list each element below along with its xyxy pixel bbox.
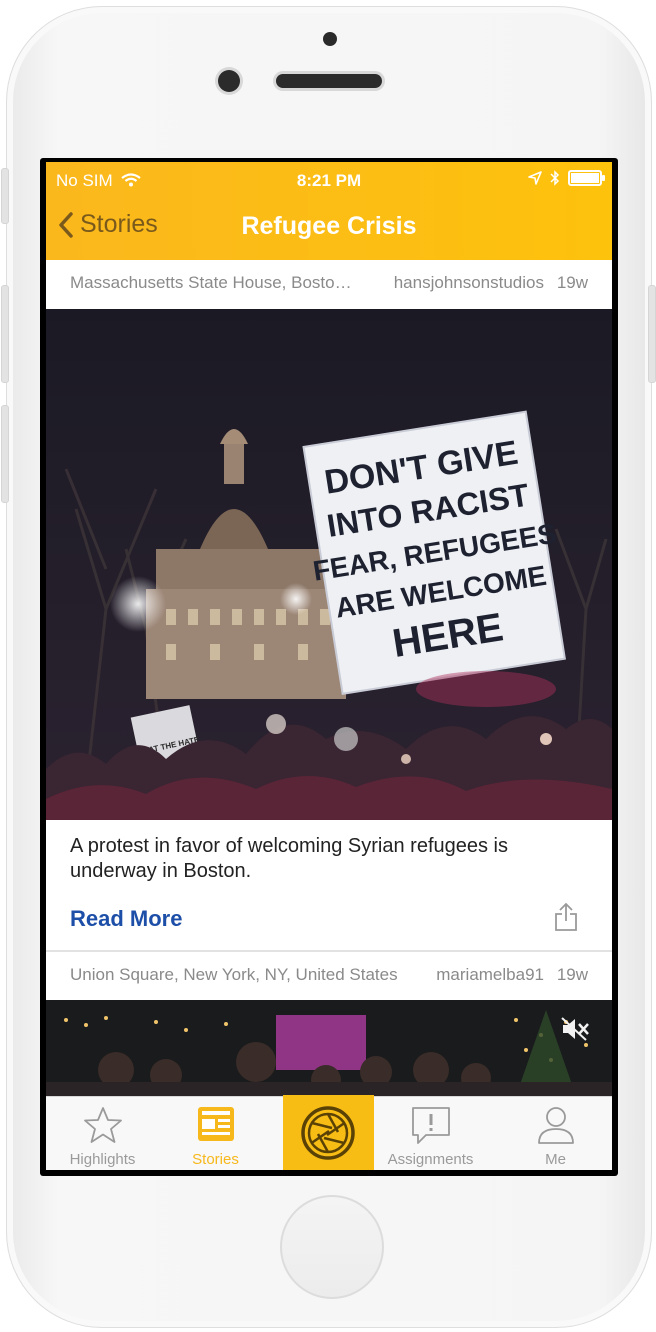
tab-label-stories: Stories (192, 1151, 239, 1168)
alert-bubble-icon (411, 1107, 450, 1144)
earpiece-speaker (276, 74, 382, 88)
share-icon (555, 902, 577, 931)
nav-bar: Stories Refugee Crisis (46, 202, 612, 252)
post-location[interactable]: Massachusetts State House, Bosto… (70, 273, 370, 293)
tab-camera[interactable] (283, 1095, 374, 1170)
camera-shutter-icon (301, 1106, 355, 1160)
post-photo[interactable]: DON'T GIVE INTO RACIST FEAR, REFUGEES AR… (46, 309, 612, 820)
tab-bar: Highlights Stories Assignments Me (46, 1095, 612, 1170)
post-meta: Massachusetts State House, Bosto… hansjo… (46, 260, 612, 306)
post-video[interactable] (46, 1000, 612, 1096)
mute-switch (1, 168, 9, 224)
tab-assignments[interactable]: Assignments (374, 1097, 487, 1170)
proximity-sensor (323, 32, 337, 46)
tab-me[interactable]: Me (499, 1097, 612, 1170)
post-username[interactable]: hansjohnsonstudios (394, 273, 544, 293)
read-more-link[interactable]: Read More (70, 906, 182, 932)
tab-highlights[interactable]: Highlights (46, 1097, 159, 1170)
tab-label-highlights: Highlights (69, 1151, 136, 1168)
power-button (648, 285, 656, 383)
app-header: No SIM 8:21 PM Stories Refugee Crisis (46, 162, 612, 260)
post-location-2[interactable]: Union Square, New York, NY, United State… (70, 965, 415, 985)
bluetooth-icon (550, 170, 560, 186)
home-button[interactable] (280, 1195, 384, 1299)
person-icon (537, 1107, 574, 1144)
newspaper-icon (197, 1107, 234, 1141)
battery-icon (568, 170, 605, 186)
star-icon (83, 1107, 122, 1143)
page-title: Refugee Crisis (241, 212, 417, 240)
post-username-2[interactable]: mariamelba91 (436, 965, 544, 985)
tab-label-me: Me (545, 1151, 566, 1168)
post-age-2: 19w (556, 965, 588, 984)
post-age: 19w (556, 273, 588, 292)
protest-photo-illustration: DON'T GIVE INTO RACIST FEAR, REFUGEES AR… (46, 309, 612, 820)
mute-icon[interactable] (560, 1016, 590, 1042)
tab-label-assignments: Assignments (387, 1151, 474, 1168)
front-camera (218, 70, 240, 92)
market-video-illustration (46, 1000, 612, 1096)
tab-stories[interactable]: Stories (159, 1097, 272, 1170)
post-caption: A protest in favor of welcoming Syrian r… (70, 835, 508, 882)
status-indicators (528, 170, 605, 186)
volume-down-button (1, 405, 9, 503)
volume-up-button (1, 285, 9, 383)
location-arrow-icon (528, 171, 542, 185)
status-bar: No SIM 8:21 PM (46, 170, 612, 192)
app-screen: No SIM 8:21 PM Stories Refugee Crisis Ma… (46, 162, 612, 1170)
share-button[interactable] (554, 902, 578, 937)
post-meta-2: Union Square, New York, NY, United State… (46, 952, 612, 998)
